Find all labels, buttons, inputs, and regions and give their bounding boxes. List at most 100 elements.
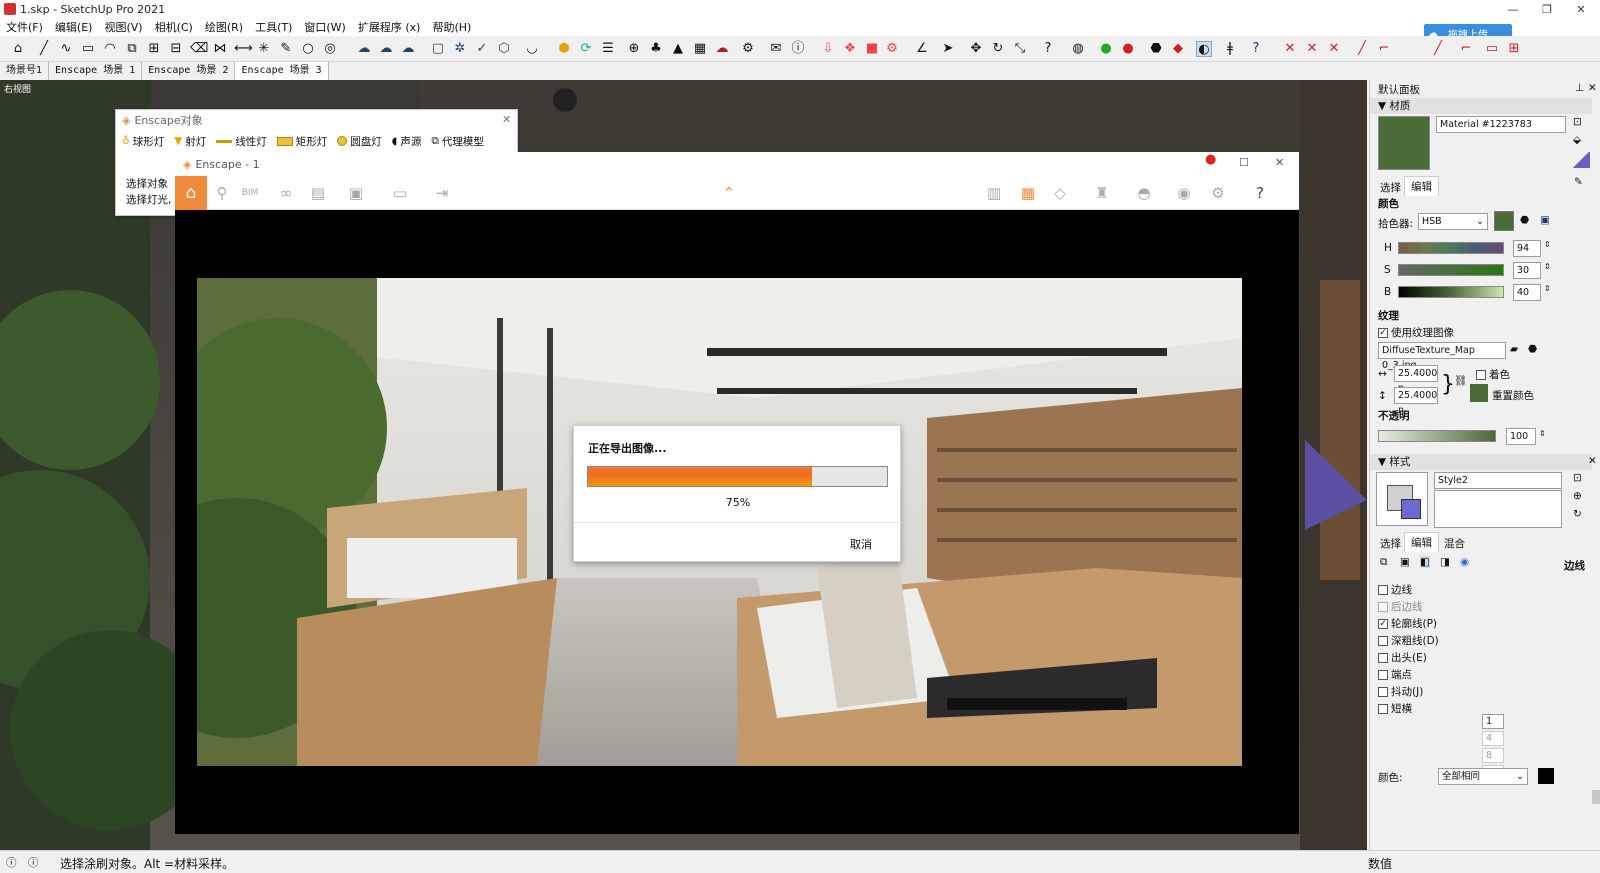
close-icon[interactable]: ✕ [1588,455,1597,467]
cancel-button[interactable]: 取消 [850,536,872,552]
line-tool2-icon[interactable]: ╱ [1354,41,1370,57]
match-screen-icon[interactable]: ▣ [1540,214,1550,226]
edge-settings-icon[interactable]: ⧉ [1380,556,1388,569]
explode-icon[interactable]: ✳ [256,41,272,57]
freehand-icon[interactable]: ∿ [58,41,74,57]
texture-height-field[interactable]: 25.4000 n [1394,387,1438,416]
reset-color-label[interactable]: 重置颜色 [1492,388,1534,403]
cube-icon[interactable]: ■ [864,41,880,57]
menu-draw[interactable]: 绘图(R) [205,19,243,35]
b-value[interactable]: 40 [1513,284,1541,301]
home-icon[interactable]: ⌂ [10,41,26,57]
sample-icon[interactable]: ⬙ [1573,134,1581,146]
cross-tool3-icon[interactable]: ✕ [1326,41,1342,57]
match-model-icon[interactable]: ⬣ [1520,214,1529,226]
import-icon[interactable]: ⇩ [820,41,836,57]
edit-texture-icon[interactable]: ⬣ [1528,343,1537,355]
panorama-icon[interactable]: ▭ [391,184,409,202]
gear-blue-icon[interactable]: ✲ [452,41,468,57]
style-tab-edit[interactable]: 编辑 [1404,532,1439,552]
bim-button[interactable]: BIM [241,184,259,202]
line-tool-icon[interactable]: ╱ [36,41,52,57]
scale-icon[interactable]: ⟷ [234,41,253,57]
browse-folder-icon[interactable]: ▰ [1510,343,1518,355]
cross-tool2-icon[interactable]: ✕ [1304,41,1320,57]
target-icon[interactable]: ◎ [322,41,338,57]
plus-circle-icon[interactable]: ⊕ [626,41,642,57]
diag-tool-icon[interactable]: ╱ [1430,41,1446,57]
background-settings-icon[interactable]: ◧ [1420,556,1430,568]
stack-icon[interactable]: ❖ [842,41,858,57]
help-icon[interactable]: ? [1251,184,1269,202]
maximize-icon[interactable]: ☐ [1239,156,1249,169]
create-style-icon[interactable]: ⊕ [1573,490,1582,502]
scene-tab-enscape-2[interactable]: Enscape 场景 2 [142,62,236,80]
disk-light-tool[interactable]: 圆盘灯 [337,134,382,149]
gear-icon[interactable]: ⚙ [1209,184,1227,202]
reset-color-swatch[interactable] [1470,384,1488,402]
styles-header[interactable]: ▼ 样式 [1370,454,1592,470]
edge-color-select[interactable]: 全部相同 ⌄ [1438,768,1528,785]
eye-icon[interactable]: ◉ [1175,184,1193,202]
tree-icon[interactable]: ♣ [648,41,664,57]
texture-file-field[interactable]: DiffuseTexture_Map 0_3.jpg [1378,342,1506,371]
update-style-icon[interactable]: ⊡ [1573,472,1582,484]
settings-icon[interactable]: ⚙ [740,41,756,57]
edge-option[interactable]: 抖动(J) [1378,684,1578,700]
watermark-settings-icon[interactable]: ◨ [1440,556,1450,568]
library-icon[interactable]: ♜ [1093,184,1111,202]
panel-scrollbar[interactable] [1592,790,1600,804]
box-tool-icon[interactable]: ▭ [1484,41,1500,57]
h-spin-icon[interactable]: ⇕ [1544,240,1551,249]
material-tab-select[interactable]: 选择 [1374,178,1407,197]
binoculars-icon[interactable]: ∞ [277,184,295,202]
default-material-icon[interactable] [1572,152,1590,168]
checker-icon[interactable]: ▦ [692,41,708,57]
curve-icon[interactable]: ◡ [524,41,540,57]
section-icon[interactable]: ⊟ [168,41,184,57]
close-button[interactable]: ✕ [1564,0,1598,18]
bim-active-icon[interactable]: ▦ [1019,184,1037,202]
refresh-icon[interactable]: ⟳ [578,41,594,57]
style-description-field[interactable] [1434,490,1562,528]
current-color-swatch[interactable] [1494,211,1514,231]
style-tab-mix[interactable]: 混合 [1438,534,1471,553]
profile-width-field[interactable]: 1 [1482,714,1504,729]
eyedropper-icon[interactable]: ✎ [1574,176,1583,188]
picker-select[interactable]: HSB ⌄ [1418,213,1488,230]
sound-source-tool[interactable]: ◖ 声源 [392,134,422,149]
opacity-slider[interactable] [1378,430,1496,442]
menu-help[interactable]: 帮助(H) [432,19,471,35]
scene-tab-enscape-3[interactable]: Enscape 场景 3 [235,62,329,80]
material-name-field[interactable]: Material #1223783 [1436,116,1566,133]
map-icon[interactable]: ▥ [985,184,1003,202]
grid-tool-icon[interactable]: ⊞ [1506,41,1522,57]
menu-view[interactable]: 视图(V) [104,19,142,35]
paint-bucket-icon[interactable]: ◐ [1196,41,1212,57]
terrain-icon[interactable]: ▲ [670,41,686,57]
hex-icon[interactable]: ⬡ [496,41,512,57]
menu-extensions[interactable]: 扩展程序 (x) [358,19,421,35]
menu-tools[interactable]: 工具(T) [255,19,292,35]
info-icon[interactable]: ⓘ [790,41,806,57]
h-value[interactable]: 94 [1513,240,1541,257]
export-icon[interactable]: ⇥ [433,184,451,202]
torch-icon[interactable]: ǂ [1222,41,1238,57]
scale-box-icon[interactable]: ⤡ [1012,41,1028,57]
opacity-spin-icon[interactable]: ⇕ [1539,429,1546,438]
restore-button[interactable]: ❐ [1530,0,1564,18]
scene-tab-1[interactable]: 场景号1 [0,62,50,80]
red-ball-icon[interactable]: ● [1120,41,1136,57]
spot-light-tool[interactable]: ▼ 射灯 [174,134,206,149]
measurements-field[interactable] [1412,854,1592,871]
edge-option[interactable]: 后边线 [1378,599,1578,615]
select-box-icon[interactable]: ▢ [430,41,446,57]
corner-tool-icon[interactable]: ⌐ [1376,41,1392,57]
sphere-light-tool[interactable]: ♁ 球形灯 [122,134,164,149]
materials-header[interactable]: ▼ 材质 [1370,98,1592,114]
mirror-icon[interactable]: ⋈ [212,41,228,57]
screenshot-icon[interactable]: ▣ [347,184,365,202]
use-texture-checkbox[interactable]: ✓ 使用纹理图像 [1378,325,1454,340]
hat-icon[interactable]: ◓ [1135,184,1153,202]
b-slider[interactable] [1398,286,1504,298]
